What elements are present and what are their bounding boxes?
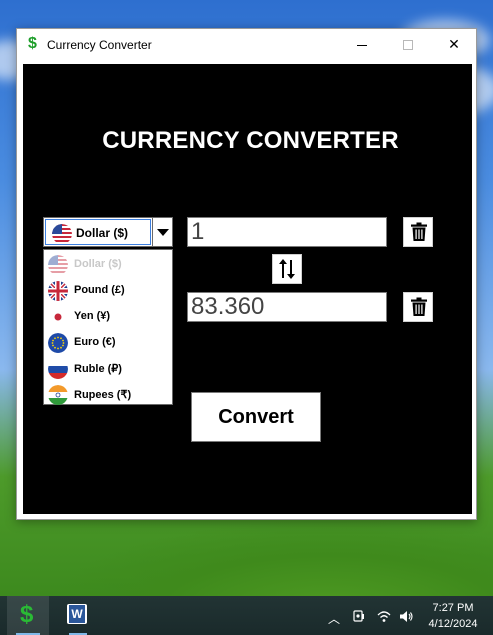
volume-icon[interactable] xyxy=(399,610,413,626)
app-window: $ Currency Converter ✕ CURRENCY CONVERTE… xyxy=(16,28,477,520)
close-icon: ✕ xyxy=(448,36,460,52)
currency-option-label: Pound (£) xyxy=(74,284,125,296)
swap-button[interactable] xyxy=(272,254,302,284)
system-clock[interactable]: 7:27 PM 4/12/2024 xyxy=(422,600,484,632)
word-icon: W xyxy=(67,604,87,624)
trash-icon xyxy=(411,297,427,316)
us-flag-icon xyxy=(48,255,68,275)
clear-input-button[interactable] xyxy=(403,217,433,247)
title-bar: $ Currency Converter ✕ xyxy=(17,29,476,61)
chevron-up-icon[interactable]: ︿ xyxy=(328,610,340,627)
currency-select[interactable]: Dollar ($) xyxy=(43,217,173,247)
currency-dropdown-list: Dollar ($) Pound (£) Yen (¥) Euro (€) Ru… xyxy=(43,249,173,405)
currency-option-rupees[interactable]: Rupees (₹) xyxy=(44,382,172,408)
minimize-icon xyxy=(357,44,367,46)
clear-output-button[interactable] xyxy=(403,292,433,322)
currency-select-value[interactable]: Dollar ($) xyxy=(45,219,151,245)
swap-arrows-icon xyxy=(279,259,295,279)
us-flag-icon xyxy=(52,224,72,244)
trash-icon xyxy=(411,222,427,241)
taskbar-app-word[interactable]: W xyxy=(57,596,99,635)
dollar-sign-icon: $ xyxy=(20,601,34,628)
currency-option-label: Yen (¥) xyxy=(74,310,111,322)
currency-option-label: Euro (€) xyxy=(74,336,116,348)
amount-input[interactable] xyxy=(187,217,387,247)
chevron-down-icon[interactable] xyxy=(157,229,169,236)
page-title: CURRENCY CONVERTER xyxy=(102,127,399,154)
india-flag-icon xyxy=(48,385,68,405)
maximize-button[interactable] xyxy=(385,29,431,59)
clock-date: 4/12/2024 xyxy=(428,618,478,630)
close-button[interactable]: ✕ xyxy=(431,29,477,59)
currency-option-label: Rupees (₹) xyxy=(74,389,132,401)
select-divider xyxy=(152,218,153,246)
uk-flag-icon xyxy=(48,281,68,301)
dollar-sign-icon: $ xyxy=(28,35,37,52)
currency-option-ruble[interactable]: Ruble (₽) xyxy=(44,356,172,382)
taskbar-app-currency-converter[interactable]: $ xyxy=(7,596,49,635)
currency-option-label: Dollar ($) xyxy=(74,258,122,270)
converter-panel: CURRENCY CONVERTER Dollar ($) Dollar ($)… xyxy=(23,64,472,514)
meet-now-icon[interactable] xyxy=(353,610,365,627)
currency-option-yen[interactable]: Yen (¥) xyxy=(44,304,172,330)
window-title: Currency Converter xyxy=(47,38,152,52)
currency-option-dollar: Dollar ($) xyxy=(44,252,172,278)
convert-button[interactable]: Convert xyxy=(191,392,321,442)
currency-option-pound[interactable]: Pound (£) xyxy=(44,278,172,304)
minimize-button[interactable] xyxy=(339,29,385,59)
clock-time: 7:27 PM xyxy=(432,602,474,614)
currency-option-euro[interactable]: Euro (€) xyxy=(44,330,172,356)
eu-flag-icon xyxy=(48,333,68,353)
converted-amount-field[interactable] xyxy=(187,292,387,322)
taskbar: $ W xyxy=(0,596,493,635)
wifi-icon[interactable] xyxy=(377,610,391,626)
selected-currency-label: Dollar ($) xyxy=(76,226,129,240)
russia-flag-icon xyxy=(48,359,68,379)
currency-option-label: Ruble (₽) xyxy=(74,363,122,375)
japan-flag-icon xyxy=(48,307,68,327)
maximize-icon xyxy=(403,40,413,51)
